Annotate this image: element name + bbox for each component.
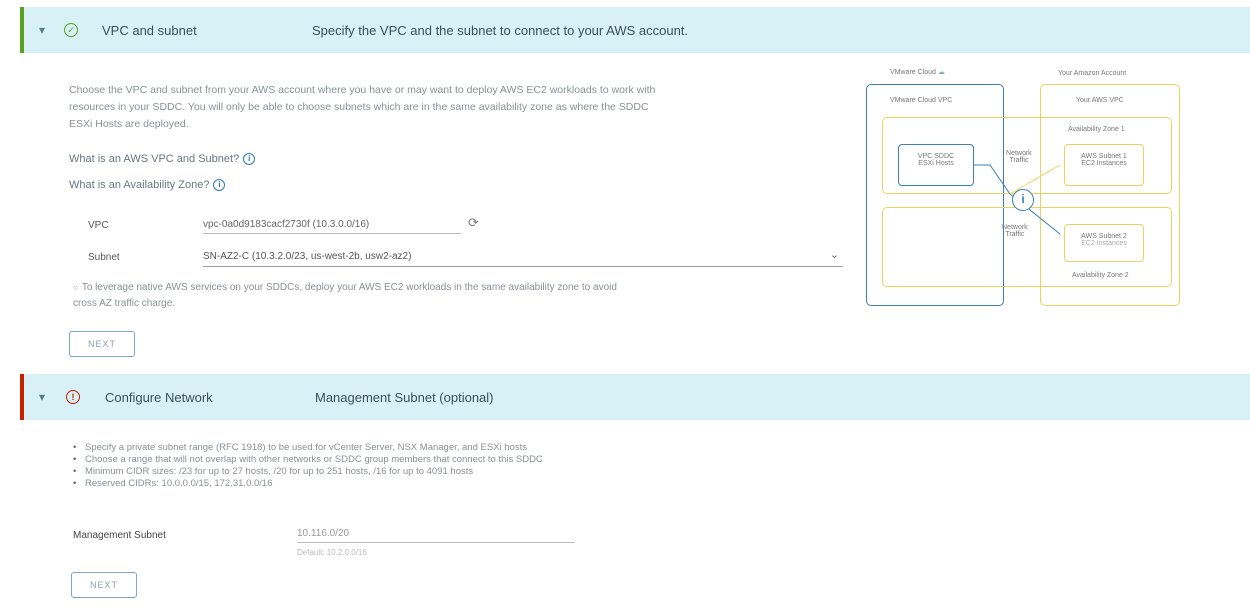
chevron-down-icon[interactable]: ⌄ [830,248,839,261]
chevron-down-icon[interactable]: ▾ [39,390,45,404]
intro-line: Choose the VPC and subnet from your AWS … [69,84,656,96]
check-circle-icon: ✓ [64,23,78,37]
subnet-select[interactable]: SN-AZ2-C (10.3.2.0/23, us-west-2b, usw2-… [203,248,843,267]
vpc-label: VPC [88,220,109,231]
next-button[interactable]: NEXT [71,572,137,598]
management-subnet-input[interactable]: 10.116.0/20 [297,528,575,543]
management-subnet-label: Management Subnet [73,530,166,541]
error-bar [20,374,24,420]
subnet-guidelines: Specify a private subnet range (RFC 1918… [73,442,543,490]
error-circle-icon: ! [66,390,80,404]
step-title: Configure Network [105,389,213,405]
step-title: VPC and subnet [102,22,197,38]
step-description: Management Subnet (optional) [315,389,494,405]
vpc-diagram: VMware Cloud ☁ Your Amazon Account VMwar… [860,62,1190,312]
tip-text: To leverage native AWS services on your … [81,282,617,293]
info-icon[interactable]: i [1012,189,1034,211]
list-item: Specify a private subnet range (RFC 1918… [73,442,543,454]
list-item: Choose a range that will not overlap wit… [73,454,543,466]
list-item: Reserved CIDRs: 10.0.0.0/15, 172.31.0.0/… [73,478,543,490]
subnet-label: Subnet [88,252,120,263]
refresh-icon[interactable]: ⟳ [468,215,479,231]
help-link-label[interactable]: What is an Availability Zone? [69,179,209,191]
az-help-link[interactable]: What is an Availability Zone? i [69,179,226,192]
intro-text: Choose the VPC and subnet from your AWS … [69,82,859,133]
step-description: Specify the VPC and the subnet to connec… [312,22,689,38]
intro-line: ESXi Hosts are deployed. [69,118,189,130]
connector-lines [974,164,1061,235]
intro-line: resources in your SDDC. You will only be… [69,101,649,113]
chevron-down-icon[interactable]: ▾ [39,23,45,37]
vpc-select[interactable]: vpc-0a0d9183cacf2730f (10.3.0.0/16) [203,219,461,234]
next-button[interactable]: NEXT [69,331,135,357]
az-tip: ○ To leverage native AWS services on your… [73,280,863,312]
tip-icon: ○ [73,283,78,292]
success-bar [20,7,24,53]
vpc-subnet-step-header[interactable]: ▾ ✓ VPC and subnet Specify the VPC and t… [20,7,1250,53]
info-icon[interactable]: i [213,179,226,192]
configure-network-step-header[interactable]: ▾ ! Configure Network Management Subnet … [20,374,1250,420]
vpc-subnet-help-link[interactable]: What is an AWS VPC and Subnet? i [69,153,256,166]
management-subnet-hint: Default: 10.2.0.0/16 [297,548,367,557]
help-link-label[interactable]: What is an AWS VPC and Subnet? [69,153,239,165]
tip-line: cross AZ traffic charge. [73,298,176,309]
subnet-select-value[interactable]: SN-AZ2-C (10.3.2.0/23, us-west-2b, usw2-… [203,251,411,262]
tip-line: ○ To leverage native AWS services on your… [73,280,863,296]
info-icon[interactable]: i [243,153,256,166]
list-item: Minimum CIDR sizes: /23 for up to 27 hos… [73,466,543,478]
